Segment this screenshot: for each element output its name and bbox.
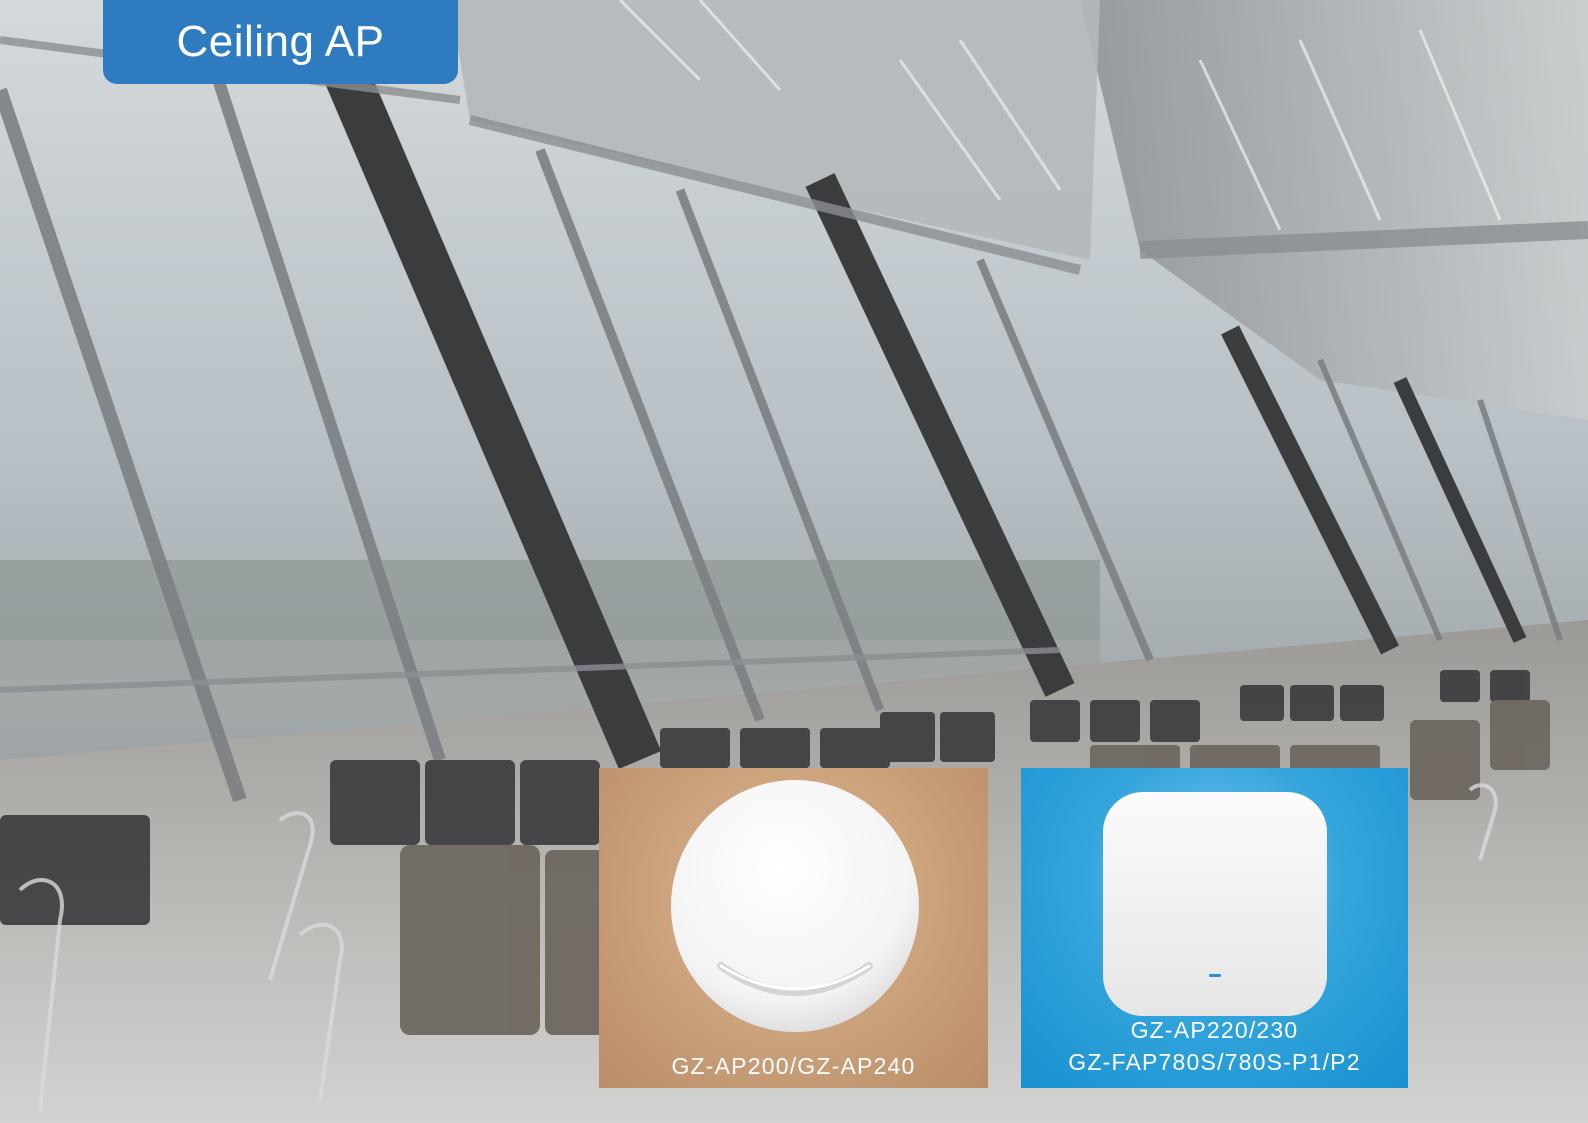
product-card-ap220: GZ-AP220/230 GZ-FAP780S/780S-P1/P2 xyxy=(1021,768,1408,1088)
page-title: Ceiling AP xyxy=(176,17,385,66)
status-led-icon xyxy=(1209,974,1221,977)
title-banner: Ceiling AP xyxy=(103,0,458,84)
product-model-label-line2: GZ-FAP780S/780S-P1/P2 xyxy=(1068,1049,1361,1075)
airport-terminal-scene: Ceiling AP GZ-AP200/GZ-AP240 GZ-AP220/23… xyxy=(0,0,1588,1123)
round-ceiling-ap-icon xyxy=(671,780,919,1032)
product-model-label: GZ-AP200/GZ-AP240 xyxy=(671,1053,916,1079)
product-card-ap200: GZ-AP200/GZ-AP240 xyxy=(599,768,988,1088)
product-model-label-line1: GZ-AP220/230 xyxy=(1130,1017,1299,1043)
